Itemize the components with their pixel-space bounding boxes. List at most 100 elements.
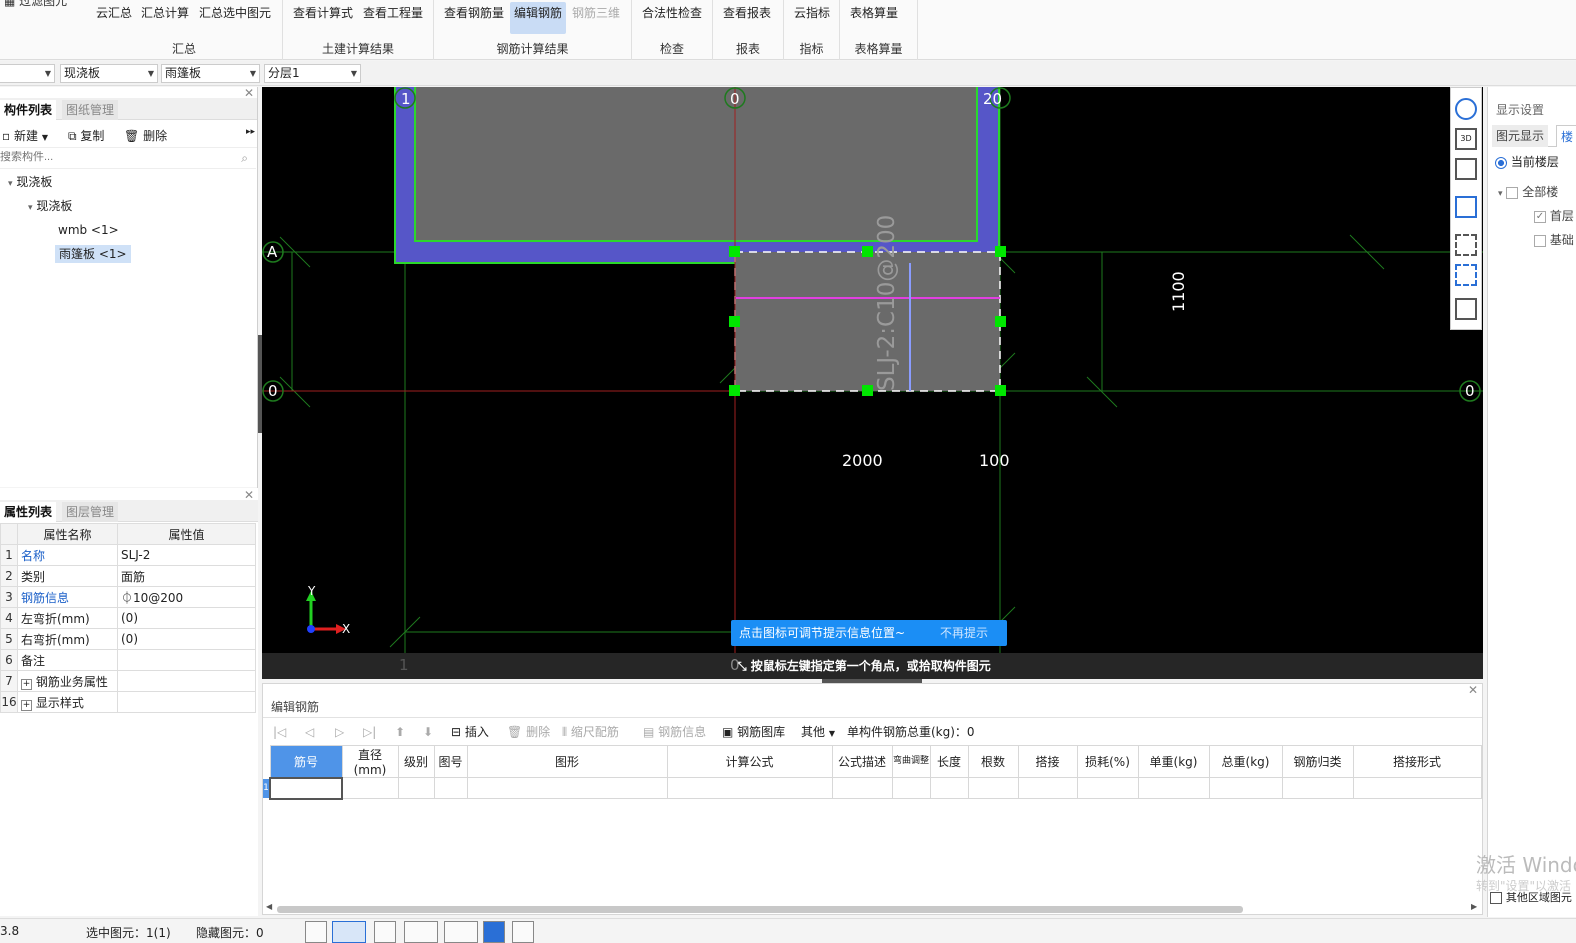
rebar-info-button[interactable]: ▤ 钢筋信息: [643, 722, 706, 742]
copy-button[interactable]: ⧉ 复制: [68, 127, 104, 144]
property-row[interactable]: 16 + 显示样式: [0, 691, 256, 713]
col-total-weight[interactable]: 总重(kg): [1208, 745, 1283, 778]
drawing-canvas[interactable]: 1 0 20 A 0 0 2000 100 1100 SLJ-2:C10@200…: [262, 87, 1483, 653]
dimension-icon[interactable]: [444, 921, 478, 943]
tab-element-display[interactable]: 图元显示: [1492, 125, 1549, 147]
col-category[interactable]: 钢筋归类: [1281, 745, 1354, 778]
move-down-icon[interactable]: ⬇: [423, 722, 433, 742]
view-rebar-button[interactable]: 查看钢筋量: [440, 2, 508, 32]
bar-no-cell[interactable]: 1: [263, 776, 343, 800]
col-lap-type[interactable]: 搭接形式: [1352, 745, 1482, 778]
property-row[interactable]: 5 右弯折(mm) (0): [0, 628, 256, 650]
col-count[interactable]: 根数: [967, 745, 1019, 778]
tree-node-canopy-slab[interactable]: 雨篷板 <1>: [55, 245, 131, 263]
search-icon[interactable]: ⌕: [241, 151, 248, 166]
current-floor-radio[interactable]: 当前楼层: [1495, 153, 1559, 170]
dismiss-hint-button[interactable]: 不再提示: [940, 620, 988, 646]
view-formula-button[interactable]: 查看计算式: [289, 2, 357, 32]
tab-drawing-manage[interactable]: 图纸管理: [62, 100, 119, 120]
search-input[interactable]: [0, 151, 230, 163]
orbit-icon[interactable]: [1455, 98, 1477, 120]
col-loss[interactable]: 损耗(%): [1076, 745, 1139, 778]
close-icon[interactable]: ✕: [1468, 683, 1478, 697]
col-bend-adjust[interactable]: 弯曲调整: [891, 745, 931, 778]
cloud-summary-button[interactable]: 云汇总: [92, 2, 136, 32]
validity-check-button[interactable]: 合法性检查: [638, 2, 706, 32]
col-length[interactable]: 长度: [929, 745, 969, 778]
property-row[interactable]: 6 备注: [0, 649, 256, 671]
property-row[interactable]: 1 名称 SLJ-2: [0, 544, 256, 566]
edit-rebar-button[interactable]: 编辑钢筋: [510, 2, 567, 34]
rebar-3d-button[interactable]: 钢筋三维: [568, 2, 624, 32]
layer-list-icon[interactable]: [1455, 298, 1477, 320]
col-unit-weight[interactable]: 单重(kg): [1137, 745, 1210, 778]
tab-floor[interactable]: 楼: [1556, 125, 1576, 147]
tab-component-list[interactable]: 构件列表: [0, 100, 57, 120]
col-lap[interactable]: 搭接: [1017, 745, 1078, 778]
snap-icon[interactable]: [332, 921, 366, 943]
prev-icon[interactable]: ◁: [305, 722, 314, 742]
table-quantity-button[interactable]: 表格算量: [846, 2, 902, 32]
property-row[interactable]: 4 左弯折(mm) (0): [0, 607, 256, 629]
type-select[interactable]: 雨篷板 ▼: [161, 64, 260, 83]
summary-calc-button[interactable]: 汇总计算: [137, 2, 193, 32]
floor-select[interactable]: ▼: [0, 64, 55, 83]
other-menu-button[interactable]: 其他 ▼: [801, 722, 835, 742]
property-value[interactable]: ⏀10@200: [117, 586, 256, 608]
property-row[interactable]: 2 类别 面筋: [0, 565, 256, 587]
horizontal-scrollbar[interactable]: [277, 906, 1243, 913]
tab-layer-manage[interactable]: 图层管理: [62, 502, 119, 522]
delete-button[interactable]: 🗑 删除: [124, 127, 167, 144]
category-select[interactable]: 现浇板 ▼: [60, 64, 158, 83]
rebar-label[interactable]: SLJ-2:C10@200: [874, 215, 900, 391]
select-view-icon[interactable]: [1455, 264, 1477, 286]
all-floors-checkbox[interactable]: ▾ 全部楼: [1498, 183, 1558, 200]
rebar-library-button[interactable]: ▣ 钢筋图库: [722, 722, 785, 742]
col-formula[interactable]: 计算公式: [666, 745, 833, 778]
property-value[interactable]: 面筋: [117, 565, 256, 587]
fit-view-icon[interactable]: [1455, 234, 1477, 256]
col-grade[interactable]: 级别: [397, 745, 435, 778]
expand-icon[interactable]: +: [21, 699, 32, 711]
scroll-left-icon[interactable]: ◀: [266, 902, 272, 911]
cube-icon[interactable]: [1455, 158, 1477, 180]
cube-blue-icon[interactable]: [1455, 196, 1477, 218]
view-quantity-button[interactable]: 查看工程量: [359, 2, 427, 32]
tree-node-cast-slab-sub[interactable]: ▾ 现浇板: [28, 197, 72, 215]
col-bar-no[interactable]: 筋号: [269, 745, 343, 778]
tree-node-cast-slab[interactable]: ▾ 现浇板: [8, 173, 52, 191]
last-icon[interactable]: ▷|: [363, 722, 376, 742]
layer-select[interactable]: 分层1 ▼: [264, 64, 361, 83]
first-icon[interactable]: |◁: [273, 722, 286, 742]
move-up-icon[interactable]: ⬆: [395, 722, 405, 742]
tab-property-list[interactable]: 属性列表: [0, 502, 57, 522]
summary-selected-button[interactable]: 汇总选中图元: [195, 2, 275, 32]
property-value[interactable]: SLJ-2: [117, 544, 256, 566]
view-report-button[interactable]: 查看报表: [719, 2, 775, 32]
first-floor-checkbox[interactable]: ✓ 首层: [1534, 207, 1574, 224]
table-row[interactable]: 1: [263, 776, 1482, 800]
other-area-checkbox[interactable]: 其他区域图元: [1490, 889, 1572, 905]
property-value[interactable]: (0): [117, 628, 256, 650]
ortho-icon[interactable]: [305, 921, 327, 943]
arc-icon[interactable]: [512, 921, 534, 943]
expand-icon[interactable]: +: [21, 678, 32, 690]
cross-icon[interactable]: [374, 921, 396, 943]
col-formula-desc[interactable]: 公式描述: [831, 745, 893, 778]
property-value[interactable]: [117, 649, 256, 671]
property-row[interactable]: 3 钢筋信息 ⏀10@200: [0, 586, 256, 608]
scale-rebar-button[interactable]: ⫴ 缩尺配筋: [562, 722, 619, 742]
cloud-index-button[interactable]: 云指标: [790, 2, 834, 32]
delete-row-button[interactable]: 🗑 删除: [507, 722, 550, 742]
dynamic-input-icon[interactable]: [483, 921, 505, 943]
tree-node-wmb[interactable]: wmb <1>: [58, 221, 119, 239]
angle-icon[interactable]: [404, 921, 438, 943]
col-shape-no[interactable]: 图号: [433, 745, 468, 778]
col-diameter[interactable]: 直径(mm): [341, 745, 399, 778]
new-button[interactable]: ▫ 新建 ▼: [2, 127, 48, 144]
next-icon[interactable]: ▷: [335, 722, 344, 742]
filter-elements-button[interactable]: ▦ 过滤图元: [4, 0, 67, 9]
col-shape[interactable]: 图形: [466, 745, 668, 778]
insert-button[interactable]: ⊟ 插入: [451, 722, 489, 742]
scroll-right-icon[interactable]: ▶: [1471, 902, 1477, 911]
